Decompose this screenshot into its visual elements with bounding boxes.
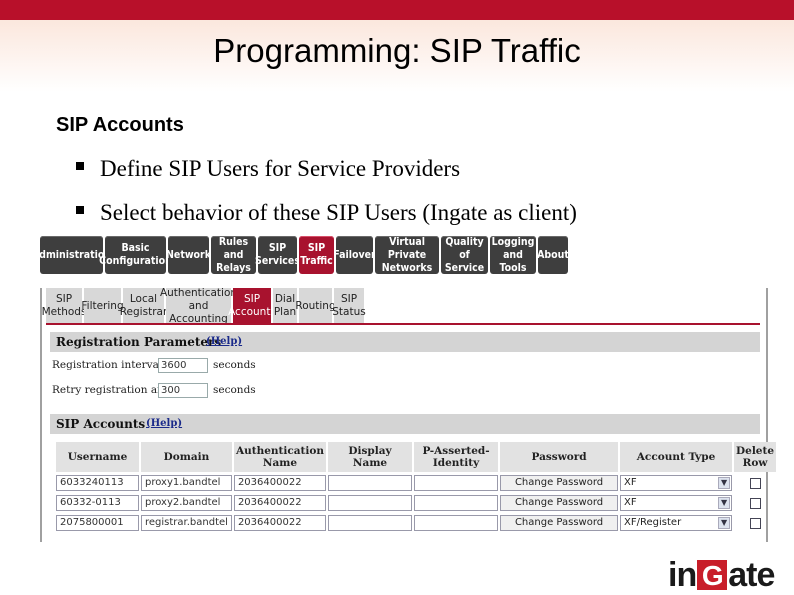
change-password-button[interactable]: Change Password <box>500 515 619 531</box>
column-header-password: Password <box>500 442 619 472</box>
display-name-input[interactable] <box>328 515 413 531</box>
registration-help-link[interactable]: (Help) <box>206 336 242 347</box>
chevron-down-icon: ▼ <box>718 517 731 529</box>
change-password-button[interactable]: Change Password <box>500 495 619 511</box>
subtab-routing[interactable]: Routing <box>295 288 336 324</box>
nav-virtual-private-networks[interactable]: Virtual Private Networks <box>375 236 439 274</box>
registration-interval-input[interactable]: 3600 <box>158 358 208 373</box>
domain-input[interactable]: proxy2.bandtel <box>141 495 232 511</box>
registration-interval-unit: seconds <box>213 359 256 371</box>
subtab-sip-status[interactable]: SIP Status <box>332 288 366 324</box>
change-password-button[interactable]: Change Password <box>500 475 619 491</box>
retry-registration-input[interactable]: 300 <box>158 383 208 398</box>
p-asserted-identity-input[interactable] <box>414 495 499 511</box>
table-row: 2075800001 registrar.bandtel 2036400022 … <box>56 514 776 532</box>
nav-administration[interactable]: Administration <box>32 236 111 274</box>
bullet-square-icon <box>76 206 84 214</box>
username-input[interactable]: 60332-0113 <box>56 495 139 511</box>
subnav-underline <box>46 323 760 325</box>
auth-name-input[interactable]: 2036400022 <box>233 515 327 531</box>
auth-name-input[interactable]: 2036400022 <box>233 475 327 491</box>
account-type-value: XF <box>624 497 637 508</box>
auth-name-input[interactable]: 2036400022 <box>233 495 327 511</box>
registration-interval-label: Registration interval: <box>52 359 166 371</box>
column-header-p-asserted-identity: P-Asserted- Identity <box>414 442 499 472</box>
top-accent-bar <box>0 0 794 20</box>
table-row: 6033240113 proxy1.bandtel 2036400022 Cha… <box>56 474 776 492</box>
bullet-text: Define SIP Users for Service Providers <box>100 156 461 181</box>
column-header-authentication-name: Authentication Name <box>233 442 327 472</box>
nav-rules-and-relays[interactable]: Rules and Relays <box>211 236 256 274</box>
p-asserted-identity-input[interactable] <box>414 515 499 531</box>
display-name-input[interactable] <box>328 495 413 511</box>
logo-text-post: ate <box>728 556 775 594</box>
ingate-logo: in Gate <box>668 556 775 594</box>
subtab-sip-accounts[interactable]: SIP Accounts <box>228 288 276 324</box>
nav-basic-configuration[interactable]: Basic Configuration <box>99 236 172 274</box>
subtab-sip-methods[interactable]: SIP Methods <box>42 288 86 324</box>
column-header-account-type: Account Type <box>620 442 733 472</box>
logo-g-mark: G <box>697 560 728 591</box>
bullet-text: Select behavior of these SIP Users (Inga… <box>100 200 577 225</box>
delete-row-checkbox[interactable] <box>749 497 761 509</box>
nav-failover[interactable]: Failover <box>333 236 376 274</box>
table-row: 60332-0113 proxy2.bandtel 2036400022 Cha… <box>56 494 776 512</box>
subtab-filtering[interactable]: Filtering <box>81 288 124 324</box>
slide-title: Programming: SIP Traffic <box>213 32 581 69</box>
chevron-down-icon: ▼ <box>718 477 731 489</box>
domain-input[interactable]: registrar.bandtel <box>141 515 232 531</box>
delete-row-checkbox[interactable] <box>749 517 761 529</box>
table-header-row: Username Domain Authentication Name Disp… <box>56 442 777 472</box>
nav-logging-and-tools[interactable]: Logging and Tools <box>490 236 536 274</box>
username-input[interactable]: 2075800001 <box>56 515 139 531</box>
registration-section-header: Registration Parameters <box>50 332 760 352</box>
logo-text-pre: in <box>668 556 697 594</box>
column-header-delete-row: Delete Row <box>734 442 777 472</box>
account-type-value: XF/Register <box>624 517 682 528</box>
account-type-select[interactable]: XF/Register ▼ <box>620 515 733 531</box>
bullet-item: Select behavior of these SIP Users (Inga… <box>76 196 577 240</box>
p-asserted-identity-input[interactable] <box>414 475 499 491</box>
accounts-table: Username Domain Authentication Name Disp… <box>54 440 778 534</box>
nav-network[interactable]: Network <box>166 236 211 274</box>
username-input[interactable]: 6033240113 <box>56 475 139 491</box>
column-header-domain: Domain <box>141 442 232 472</box>
delete-row-checkbox[interactable] <box>749 477 761 489</box>
column-header-username: Username <box>56 442 139 472</box>
subtab-authentication-accounting[interactable]: Authentication and Accounting <box>160 287 237 325</box>
registration-section-title: Registration Parameters <box>56 335 222 349</box>
bullet-item: Define SIP Users for Service Providers <box>76 152 577 196</box>
account-type-select[interactable]: XF ▼ <box>620 495 733 511</box>
nav-sip-traffic[interactable]: SIP Traffic <box>299 236 334 274</box>
accounts-help-link[interactable]: (Help) <box>146 418 182 429</box>
subtab-dial-plan[interactable]: Dial Plan <box>273 288 298 324</box>
bullet-square-icon <box>76 162 84 170</box>
domain-input[interactable]: proxy1.bandtel <box>141 475 232 491</box>
nav-about[interactable]: About <box>537 236 569 274</box>
account-type-select[interactable]: XF ▼ <box>620 475 733 491</box>
display-name-input[interactable] <box>328 475 413 491</box>
accounts-section-title: SIP Accounts <box>56 417 146 431</box>
chevron-down-icon: ▼ <box>718 497 731 509</box>
nav-quality-of-service[interactable]: Quality of Service <box>441 236 488 274</box>
account-type-value: XF <box>624 477 637 488</box>
slide-subheading: SIP Accounts <box>56 114 184 136</box>
subtab-local-registrar[interactable]: Local Registrar <box>120 288 167 324</box>
column-header-display-name: Display Name <box>328 442 413 472</box>
nav-sip-services[interactable]: SIP Services <box>255 236 300 274</box>
retry-registration-unit: seconds <box>213 384 256 396</box>
bullet-list: Define SIP Users for Service Providers S… <box>76 152 577 240</box>
